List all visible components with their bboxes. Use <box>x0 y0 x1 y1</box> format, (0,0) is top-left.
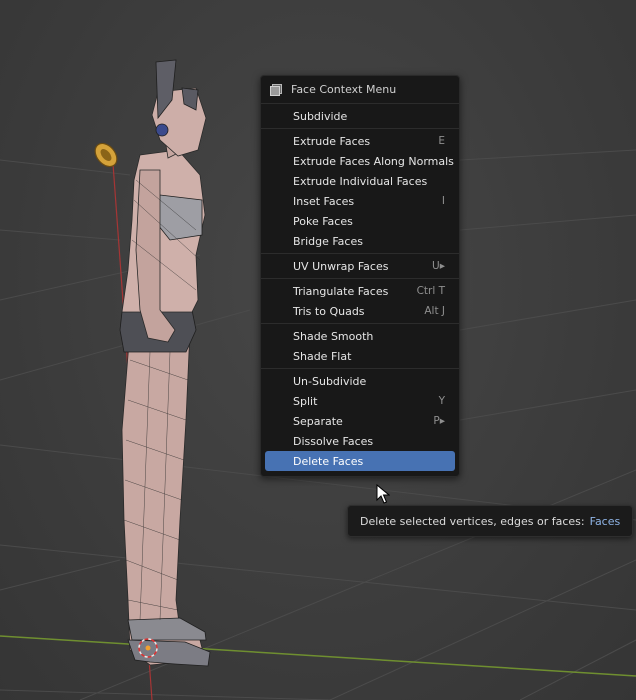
menu-item-label: Dissolve Faces <box>293 434 374 448</box>
menu-item-label: Subdivide <box>293 109 348 123</box>
menu-item-label: Split <box>293 394 318 408</box>
menu-item-label: Extrude Faces <box>293 134 371 148</box>
menu-item-label: Poke Faces <box>293 214 353 228</box>
face-context-menu: Face Context Menu Subdivide Extrude Face… <box>260 75 460 477</box>
submenu-shortcut: P▸ <box>433 415 445 427</box>
menu-item-label: Shade Smooth <box>293 329 374 343</box>
menu-item-extrude-individual-faces[interactable]: Extrude Individual Faces <box>265 171 455 191</box>
menu-item-label: Separate <box>293 414 343 428</box>
menu-item-shortcut: Alt J <box>424 305 445 317</box>
menu-item-shortcut: Y <box>438 395 445 407</box>
tooltip-python-value: Faces <box>589 514 621 528</box>
menu-item-extrude-faces[interactable]: Extrude Faces E <box>265 131 455 151</box>
menu-item-label: UV Unwrap Faces <box>293 259 389 273</box>
x-axis-line <box>0 635 636 677</box>
menu-item-label: Un-Subdivide <box>293 374 367 388</box>
menu-item-subdivide[interactable]: Subdivide <box>265 106 455 126</box>
menu-item-tris-to-quads[interactable]: Tris to Quads Alt J <box>265 301 455 321</box>
menu-section-triangulate: Triangulate Faces Ctrl T Tris to Quads A… <box>261 279 459 324</box>
menu-section-uv: UV Unwrap Faces U▸ <box>261 254 459 279</box>
menu-item-label: Shade Flat <box>293 349 352 363</box>
menu-item-uv-unwrap-faces[interactable]: UV Unwrap Faces U▸ <box>265 256 455 276</box>
menu-item-bridge-faces[interactable]: Bridge Faces <box>265 231 455 251</box>
menu-title: Face Context Menu <box>291 83 397 96</box>
menu-item-shortcut: E <box>438 135 445 147</box>
menu-item-label: Extrude Individual Faces <box>293 174 428 188</box>
menu-section-extrude: Extrude Faces E Extrude Faces Along Norm… <box>261 129 459 254</box>
menu-item-label: Inset Faces <box>293 194 355 208</box>
menu-item-dissolve-faces[interactable]: Dissolve Faces <box>265 431 455 451</box>
menu-item-delete-faces[interactable]: Delete Faces <box>265 451 455 471</box>
menu-item-label: Tris to Quads <box>293 304 365 318</box>
face-select-mode-icon <box>269 83 283 97</box>
menu-section-shading: Shade Smooth Shade Flat <box>261 324 459 369</box>
menu-item-extrude-faces-along-normals[interactable]: Extrude Faces Along Normals <box>265 151 455 171</box>
3d-viewport[interactable]: Face Context Menu Subdivide Extrude Face… <box>0 0 636 700</box>
mouse-pointer-icon <box>376 484 390 504</box>
character-mesh <box>119 59 211 667</box>
menu-item-inset-faces[interactable]: Inset Faces I <box>265 191 455 211</box>
menu-item-label: Delete Faces <box>293 454 364 468</box>
menu-item-shade-smooth[interactable]: Shade Smooth <box>265 326 455 346</box>
menu-item-label: Triangulate Faces <box>293 284 389 298</box>
menu-item-separate[interactable]: Separate P▸ <box>265 411 455 431</box>
menu-item-label: Extrude Faces Along Normals <box>293 154 454 168</box>
menu-section-subdivide: Subdivide <box>261 104 459 129</box>
menu-item-shortcut: Ctrl T <box>416 285 445 297</box>
tooltip: Delete selected vertices, edges or faces… <box>347 505 634 537</box>
light-object <box>94 142 118 168</box>
submenu-shortcut: U▸ <box>432 260 445 272</box>
menu-section-delete: Un-Subdivide Split Y Separate P▸ Dissolv… <box>261 369 459 473</box>
menu-item-shade-flat[interactable]: Shade Flat <box>265 346 455 366</box>
menu-header: Face Context Menu <box>261 76 459 104</box>
tooltip-description: Delete selected vertices, edges or faces… <box>360 514 585 528</box>
menu-item-split[interactable]: Split Y <box>265 391 455 411</box>
menu-item-poke-faces[interactable]: Poke Faces <box>265 211 455 231</box>
menu-item-un-subdivide[interactable]: Un-Subdivide <box>265 371 455 391</box>
menu-item-label: Bridge Faces <box>293 234 363 248</box>
menu-item-triangulate-faces[interactable]: Triangulate Faces Ctrl T <box>265 281 455 301</box>
menu-item-shortcut: I <box>441 195 445 207</box>
